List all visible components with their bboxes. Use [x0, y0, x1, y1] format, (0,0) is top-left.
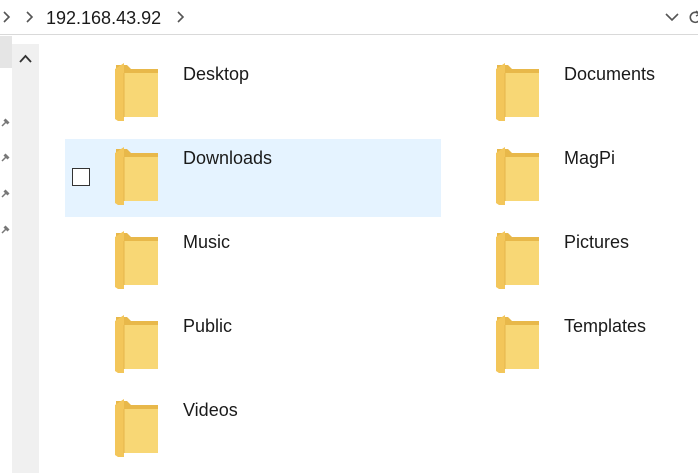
pin-icon[interactable] — [0, 188, 11, 199]
folder-name: Desktop — [183, 64, 250, 84]
folder-name: Public — [183, 316, 233, 336]
folder-item[interactable]: Public — [65, 307, 441, 385]
folder-item[interactable]: Downloads — [65, 139, 441, 217]
chevron-right-icon[interactable] — [25, 9, 35, 25]
folder-icon — [496, 315, 539, 373]
folder-icon — [496, 231, 539, 289]
navigation-pane — [0, 35, 12, 473]
folder-name: Downloads — [183, 148, 273, 168]
folder-icon — [115, 315, 158, 373]
folder-icon — [115, 147, 158, 205]
folder-name: Music — [183, 232, 231, 252]
folder-icon — [115, 399, 158, 457]
folder-name: Templates — [564, 316, 647, 336]
folder-name: Pictures — [564, 232, 630, 252]
folder-item[interactable]: Documents — [446, 55, 698, 133]
select-checkbox[interactable] — [72, 168, 90, 186]
pin-icon[interactable] — [0, 117, 11, 128]
folder-name: MagPi — [564, 148, 616, 168]
address-path[interactable]: 192.168.43.92 — [46, 7, 161, 29]
pin-icon[interactable] — [0, 224, 11, 235]
scrollbar-thumb[interactable] — [14, 75, 37, 473]
folder-name: Videos — [183, 400, 238, 420]
folder-item[interactable]: Videos — [65, 391, 441, 469]
chevron-down-icon[interactable] — [664, 10, 680, 24]
folder-item[interactable]: Templates — [446, 307, 698, 385]
folder-icon — [115, 231, 158, 289]
folder-icon — [115, 63, 158, 121]
chevron-right-icon[interactable] — [176, 9, 186, 25]
chevron-right-icon[interactable] — [2, 9, 12, 25]
folder-item[interactable]: Music — [65, 223, 441, 301]
folder-item[interactable]: Pictures — [446, 223, 698, 301]
refresh-icon[interactable] — [688, 9, 698, 25]
folder-icon — [496, 147, 539, 205]
chevron-up-icon[interactable] — [12, 44, 39, 74]
folder-item[interactable]: Desktop — [65, 55, 441, 133]
pin-icon[interactable] — [0, 152, 11, 163]
navigation-selected-item[interactable] — [0, 36, 12, 68]
folder-icon — [496, 63, 539, 121]
folder-name: Documents — [564, 64, 656, 84]
folder-item[interactable]: MagPi — [446, 139, 698, 217]
address-bar: 192.168.43.92 — [0, 0, 698, 35]
